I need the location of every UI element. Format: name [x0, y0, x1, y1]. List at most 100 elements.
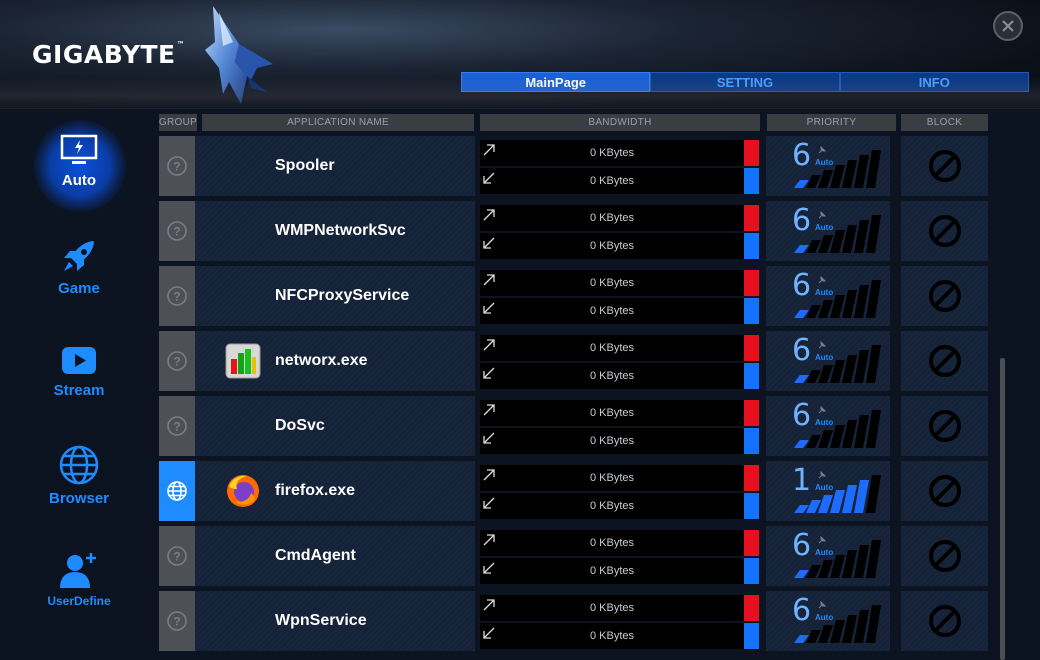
pin-icon	[818, 276, 826, 284]
upload-value: 0 KBytes	[589, 472, 635, 484]
group-button[interactable]: ?	[159, 526, 195, 586]
upload-bandwidth: 0 KBytes	[480, 530, 759, 556]
upload-value: 0 KBytes	[589, 342, 635, 354]
group-button[interactable]: ?	[159, 136, 195, 196]
download-bar	[744, 298, 759, 324]
priority-control[interactable]: 6 Auto	[766, 526, 890, 586]
table-row[interactable]: ? WpnService 0 KBytes 0 KBytes 6 Auto	[159, 591, 988, 651]
svg-text:?: ?	[173, 290, 180, 304]
block-toggle[interactable]	[901, 331, 988, 391]
tab-mainpage[interactable]: MainPage	[461, 72, 651, 92]
download-bar	[744, 428, 759, 454]
sidebar-item-userdefine[interactable]: UserDefine	[0, 550, 158, 608]
block-toggle[interactable]	[901, 396, 988, 456]
block-toggle[interactable]	[901, 526, 988, 586]
download-bandwidth: 0 KBytes	[480, 298, 759, 324]
download-bandwidth: 0 KBytes	[480, 623, 759, 649]
upload-bar	[744, 205, 759, 231]
close-button[interactable]	[993, 11, 1023, 41]
block-toggle[interactable]	[901, 201, 988, 261]
download-bar	[744, 168, 759, 194]
priority-control[interactable]: 6 Auto	[766, 331, 890, 391]
priority-control[interactable]: 6 Auto	[766, 266, 890, 326]
table-row[interactable]: ? DoSvc 0 KBytes 0 KBytes 6 Auto	[159, 396, 988, 456]
upload-value: 0 KBytes	[589, 407, 635, 419]
main-tabs: MainPage SETTING INFO	[461, 72, 1029, 92]
download-value: 0 KBytes	[589, 175, 635, 187]
sidebar-item-game[interactable]: Game	[0, 238, 158, 297]
column-header-group: GROUP	[159, 114, 197, 131]
application-cell: DoSvc	[195, 396, 475, 456]
application-cell: Spooler	[195, 136, 475, 196]
upload-bandwidth: 0 KBytes	[480, 595, 759, 621]
scrollbar-thumb[interactable]	[1000, 358, 1005, 660]
table-row[interactable]: ? networx.exe 0 KBytes 0 KBytes 6 Auto	[159, 331, 988, 391]
priority-number: 6	[792, 593, 812, 628]
priority-mode-label: Auto	[815, 288, 834, 297]
group-button[interactable]: ?	[159, 201, 195, 261]
sidebar-item-stream[interactable]: Stream	[0, 344, 158, 399]
tab-info[interactable]: INFO	[839, 72, 1029, 92]
priority-number: 6	[792, 333, 812, 368]
priority-mode-label: Auto	[815, 613, 834, 622]
block-toggle[interactable]	[901, 136, 988, 196]
tab-setting[interactable]: SETTING	[650, 72, 840, 92]
sidebar-item-auto[interactable]: Auto	[0, 134, 158, 189]
app-window: GIGABYTE™ MainPage SETTING INFO Auto Gam…	[0, 0, 1040, 660]
application-cell: networx.exe	[195, 331, 475, 391]
unknown-group-icon: ?	[167, 611, 187, 631]
rocket-icon	[64, 241, 94, 271]
priority-number: 6	[792, 138, 812, 173]
sidebar-item-browser[interactable]: Browser	[0, 444, 158, 507]
block-icon	[928, 280, 961, 312]
block-toggle[interactable]	[901, 461, 988, 521]
priority-number: 6	[792, 203, 812, 238]
download-bandwidth: 0 KBytes	[480, 493, 759, 519]
block-icon	[928, 215, 961, 247]
group-button[interactable]: ?	[159, 396, 195, 456]
svg-text:?: ?	[173, 355, 180, 369]
block-icon	[928, 150, 961, 182]
priority-control[interactable]: 6 Auto	[766, 136, 890, 196]
table-row[interactable]: ? CmdAgent 0 KBytes 0 KBytes 6 Auto	[159, 526, 988, 586]
priority-control[interactable]: 1 Auto	[766, 461, 890, 521]
application-name: networx.exe	[275, 352, 368, 369]
priority-number: 6	[792, 398, 812, 433]
sidebar-item-label: Stream	[53, 382, 105, 399]
table-row[interactable]: firefox.exe 0 KBytes 0 KBytes 1 Auto	[159, 461, 988, 521]
unknown-group-icon: ?	[167, 416, 187, 436]
priority-control[interactable]: 6 Auto	[766, 201, 890, 261]
download-value: 0 KBytes	[589, 565, 635, 577]
group-button[interactable]: ?	[159, 331, 195, 391]
download-bandwidth: 0 KBytes	[480, 363, 759, 389]
upload-bandwidth: 0 KBytes	[480, 270, 759, 296]
globe-icon	[167, 481, 187, 501]
block-toggle[interactable]	[901, 266, 988, 326]
column-header-block: BLOCK	[901, 114, 988, 131]
download-bar	[744, 558, 759, 584]
application-name: CmdAgent	[275, 547, 356, 564]
pin-icon	[818, 601, 826, 609]
block-toggle[interactable]	[901, 591, 988, 651]
pin-icon	[818, 146, 826, 154]
group-button[interactable]: ?	[159, 266, 195, 326]
priority-control[interactable]: 6 Auto	[766, 396, 890, 456]
priority-mode-label: Auto	[815, 158, 834, 167]
table-row[interactable]: ? WMPNetworkSvc 0 KBytes 0 KBytes 6 Auto	[159, 201, 988, 261]
group-button[interactable]	[159, 461, 195, 521]
group-button[interactable]: ?	[159, 591, 195, 651]
priority-mode-label: Auto	[815, 223, 834, 232]
table-row[interactable]: ? NFCProxyService 0 KBytes 0 KBytes 6 Auto	[159, 266, 988, 326]
firefox-icon	[227, 475, 259, 507]
upload-bar	[744, 335, 759, 361]
application-name: WpnService	[275, 612, 367, 629]
column-header-bandwidth: BANDWIDTH	[480, 114, 760, 131]
priority-control[interactable]: 6 Auto	[766, 591, 890, 651]
download-value: 0 KBytes	[589, 435, 635, 447]
table-row[interactable]: ? Spooler 0 KBytes 0 KBytes 6 Auto	[159, 136, 988, 196]
upload-bandwidth: 0 KBytes	[480, 205, 759, 231]
download-value: 0 KBytes	[589, 370, 635, 382]
brand-logo: GIGABYTE™	[32, 40, 186, 69]
upload-bar	[744, 465, 759, 491]
svg-text:?: ?	[173, 160, 180, 174]
